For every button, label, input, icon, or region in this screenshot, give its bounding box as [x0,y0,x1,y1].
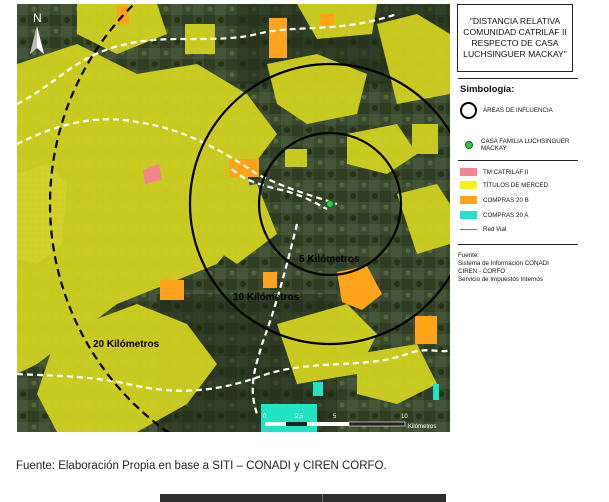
tm-catrilaf-swatch [460,168,477,176]
legend-item-tm-catrilaf: TM CATRILAF II [460,168,528,176]
legend-label-red-vial: Red Vial [483,226,507,233]
compras-20a-swatch [460,211,477,219]
legend-panel: "DISTANCIA RELATIVA COMUNIDAD CATRILAF I… [452,4,580,432]
north-arrow-label: N [33,11,42,25]
casa-familia-marker[interactable] [326,200,334,208]
map-title-box: "DISTANCIA RELATIVA COMUNIDAD CATRILAF I… [457,4,573,72]
scale-bar-seg [348,421,406,427]
house-dot-icon [465,141,473,149]
compra-20b-parcel [229,159,259,177]
scale-tick-2-5: 2,5 [295,414,304,420]
ring-label-5km: 5 Kilómetros [299,254,360,265]
legend-source-block: Fuente: Sistema de Información CONADI CI… [458,252,549,284]
compra-20b-parcel [160,280,184,300]
figure-caption: Fuente: Elaboración Propia en base a SIT… [16,460,387,472]
legend-label-influence: ÁREAS DE INFLUENCIA [483,107,553,114]
scale-unit: Kilómetros [408,424,436,430]
compra-20a-parcel [433,384,439,400]
legend-source-line: Servicio de Impuestos Internos [458,276,543,283]
titulos-swatch [460,181,477,189]
legend-label-house: CASA FAMILIA LUCHSINGUER MACKAY [481,138,570,152]
titulo-parcel [285,149,307,167]
scale-bar-seg [265,422,286,426]
legend-item-compras-20b: COMPRAS 20 B [460,196,529,204]
legend-divider [458,160,578,161]
compra-20a-parcel [261,404,317,432]
compras-20b-swatch [460,196,477,204]
bottom-toolbar-divider [322,494,323,502]
compra-20b-parcel [320,14,334,26]
legend-item-house: CASA FAMILIA LUCHSINGUER MACKAY [460,138,571,152]
compra-20a-parcel [313,382,323,396]
legend-label-compras-20b: COMPRAS 20 B [483,196,529,204]
legend-label-titulos: TÍTULOS DE MERCED [483,181,548,189]
influence-ring-icon [460,102,477,119]
legend-divider [458,78,578,79]
bottom-toolbar [160,494,446,502]
legend-source-line: Sistema de Información CONADI [458,260,549,267]
legend-label-tm-catrilaf: TM CATRILAF II [483,168,529,176]
legend-source-line: Fuente: [458,252,479,259]
titulo-parcel [412,124,438,154]
compra-20b-parcel [263,272,277,288]
legend-divider [458,244,578,245]
ring-label-20km: 20 Kilómetros [93,339,160,350]
symbology-heading: Simbología: [460,84,515,95]
map-canvas: 5 Kilómetros 10 Kilómetros 20 Kilómetros… [17,4,450,432]
legend-item-red-vial: Red Vial [460,226,506,233]
compra-20b-parcel [269,18,287,58]
legend-item-compras-20a: COMPRAS 20 A [460,211,528,219]
legend-item-titulos: TÍTULOS DE MERCED [460,181,548,189]
compra-20b-parcel [415,316,437,344]
legend-label-compras-20a: COMPRAS 20 A [483,211,529,219]
map-title: "DISTANCIA RELATIVA COMUNIDAD CATRILAF I… [463,16,567,59]
legend-source-line: CIREN - CORFO [458,268,506,275]
map-view[interactable]: 5 Kilómetros 10 Kilómetros 20 Kilómetros… [17,4,450,432]
scale-bar-seg [286,422,307,426]
scale-tick-10: 10 [401,414,408,420]
legend-item-influence: ÁREAS DE INFLUENCIA [460,102,553,119]
titulo-parcel [185,24,215,54]
red-vial-line-icon [460,229,477,230]
ring-label-10km: 10 Kilómetros [233,292,300,303]
scale-bar-seg [307,422,349,426]
